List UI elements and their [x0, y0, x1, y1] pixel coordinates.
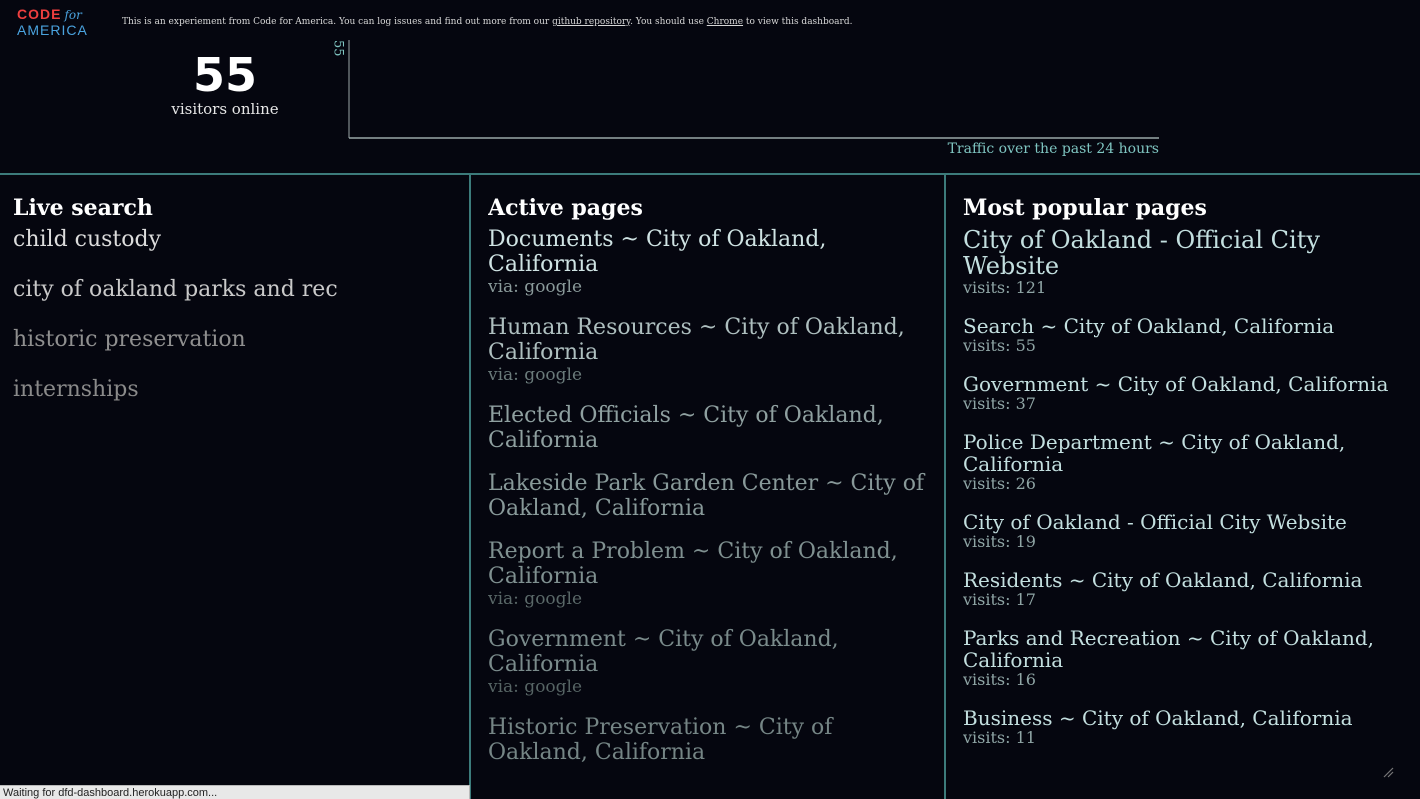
popular-page-title: City of Oakland - Official City Website	[963, 510, 1347, 534]
logo-for: for	[64, 8, 82, 22]
traffic-chart: 55	[330, 38, 1160, 140]
notice-suffix: to view this dashboard.	[743, 17, 853, 27]
live-search-list: child custody city of oakland parks and r…	[13, 227, 463, 403]
notice-prefix: This is an experiement from Code for Ame…	[122, 17, 553, 27]
popular-page-title: Search ~ City of Oakland, California	[963, 314, 1335, 338]
popular-page-visits: visits: 11	[963, 728, 1036, 747]
code-for-america-logo[interactable]: CODE for AMERICA	[17, 7, 88, 37]
active-page-title: Government ~ City of Oakland, California	[488, 627, 839, 677]
active-page-referrer: via: google	[488, 589, 583, 609]
active-page-title: Lakeside Park Garden Center ~ City of Oa…	[488, 471, 925, 521]
search-term: city of oakland parks and rec	[13, 277, 338, 302]
popular-pages-list: City of Oakland - Official City Website v…	[963, 227, 1403, 747]
active-page-referrer: via: google	[488, 365, 583, 385]
popular-page-visits: visits: 16	[963, 670, 1036, 689]
popular-page-item[interactable]: Government ~ City of Oakland, California…	[963, 373, 1403, 413]
search-term: historic preservation	[13, 327, 246, 352]
popular-page-item[interactable]: Residents ~ City of Oakland, California v…	[963, 569, 1403, 609]
popular-page-title: Residents ~ City of Oakland, California	[963, 568, 1363, 592]
popular-page-visits: visits: 55	[963, 336, 1036, 355]
browser-status-bar: Waiting for dfd-dashboard.herokuapp.com.…	[0, 785, 470, 799]
column-divider-1	[469, 175, 471, 799]
intro-notice: This is an experiement from Code for Ame…	[122, 17, 852, 27]
popular-page-visits: visits: 17	[963, 590, 1036, 609]
column-divider-2	[944, 175, 946, 799]
active-page-item[interactable]: Lakeside Park Garden Center ~ City of Oa…	[488, 471, 934, 521]
popular-page-item[interactable]: Search ~ City of Oakland, California visi…	[963, 315, 1403, 355]
popular-page-title: City of Oakland - Official City Website	[963, 226, 1320, 280]
popular-page-item[interactable]: Parks and Recreation ~ City of Oakland, …	[963, 627, 1403, 689]
active-page-item[interactable]: Elected Officials ~ City of Oakland, Cal…	[488, 403, 934, 453]
active-page-item[interactable]: Historic Preservation ~ City of Oakland,…	[488, 715, 934, 765]
active-page-item[interactable]: Documents ~ City of Oakland, California v…	[488, 227, 934, 297]
popular-pages-panel: Most popular pages City of Oakland - Off…	[963, 175, 1403, 799]
active-page-referrer: via: google	[488, 277, 583, 297]
active-page-item[interactable]: Government ~ City of Oakland, California…	[488, 627, 934, 697]
resize-grip-icon[interactable]	[1380, 764, 1394, 778]
active-pages-list: Documents ~ City of Oakland, California v…	[488, 227, 934, 765]
active-page-title: Report a Problem ~ City of Oakland, Cali…	[488, 539, 898, 589]
active-page-item[interactable]: Human Resources ~ City of Oakland, Calif…	[488, 315, 934, 385]
live-search-heading: Live search	[13, 195, 153, 221]
github-repository-link[interactable]: github repository	[552, 17, 630, 27]
traffic-chart-svg: 55	[331, 40, 1159, 139]
visitor-count-label: visitors online	[171, 100, 279, 118]
popular-page-title: Police Department ~ City of Oakland, Cal…	[963, 430, 1346, 476]
active-pages-panel: Active pages Documents ~ City of Oakland…	[488, 175, 934, 799]
popular-page-title: Business ~ City of Oakland, California	[963, 706, 1353, 730]
popular-page-item[interactable]: Police Department ~ City of Oakland, Cal…	[963, 431, 1403, 493]
logo-line1: CODE for	[17, 6, 82, 22]
active-page-title: Elected Officials ~ City of Oakland, Cal…	[488, 403, 884, 453]
visitor-count: 55 visitors online	[150, 48, 300, 118]
popular-page-item[interactable]: Business ~ City of Oakland, California vi…	[963, 707, 1403, 747]
notice-middle: . You should use	[630, 17, 707, 27]
popular-page-visits: visits: 121	[963, 278, 1047, 297]
popular-page-visits: visits: 19	[963, 532, 1036, 551]
active-page-referrer: via: google	[488, 677, 583, 697]
popular-page-visits: visits: 26	[963, 474, 1036, 493]
active-page-title: Documents ~ City of Oakland, California	[488, 227, 827, 277]
popular-page-visits: visits: 37	[963, 394, 1036, 413]
popular-page-item[interactable]: City of Oakland - Official City Website v…	[963, 227, 1403, 297]
live-search-panel: Live search child custody city of oakland…	[13, 175, 463, 799]
active-pages-heading: Active pages	[488, 195, 643, 221]
active-page-title: Human Resources ~ City of Oakland, Calif…	[488, 315, 905, 365]
y-axis-max-label: 55	[331, 40, 346, 57]
traffic-caption: Traffic over the past 24 hours	[947, 141, 1159, 157]
visitor-count-number: 55	[192, 48, 257, 102]
popular-page-item[interactable]: City of Oakland - Official City Website v…	[963, 511, 1403, 551]
search-term: internships	[13, 377, 139, 402]
active-page-item[interactable]: Report a Problem ~ City of Oakland, Cali…	[488, 539, 934, 609]
chrome-link[interactable]: Chrome	[707, 17, 743, 27]
popular-pages-heading: Most popular pages	[963, 195, 1207, 221]
search-term: child custody	[13, 227, 162, 252]
active-page-title: Historic Preservation ~ City of Oakland,…	[488, 715, 833, 765]
popular-page-title: Government ~ City of Oakland, California	[963, 372, 1389, 396]
logo-line2: AMERICA	[17, 22, 88, 38]
popular-page-title: Parks and Recreation ~ City of Oakland, …	[963, 626, 1374, 672]
